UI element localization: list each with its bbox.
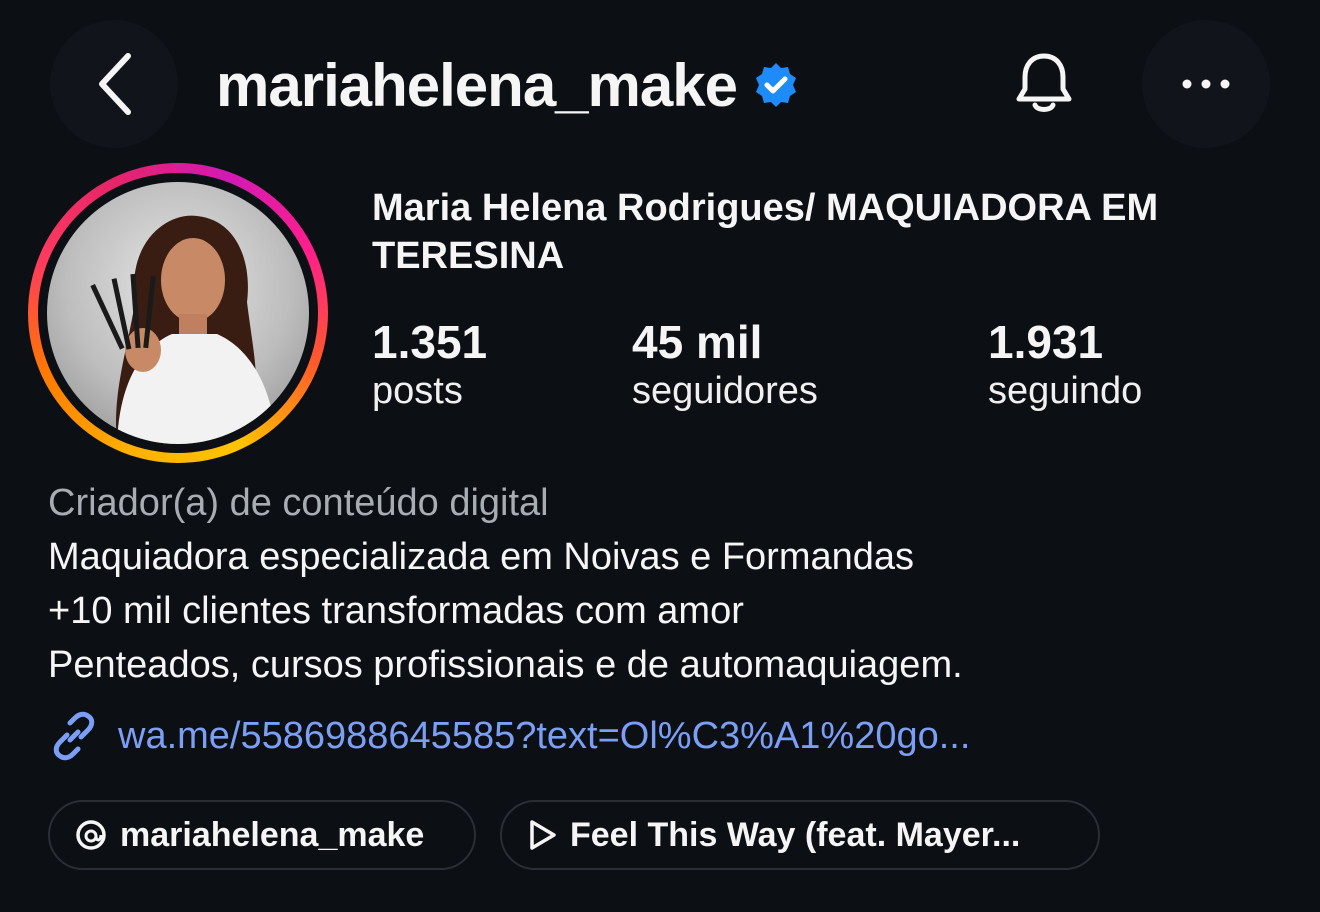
username-text: mariahelena_make xyxy=(216,52,738,119)
music-chip[interactable]: Feel This Way (feat. Mayer... xyxy=(500,800,1100,870)
more-horizontal-icon xyxy=(1182,79,1230,89)
link-icon xyxy=(53,711,95,761)
threads-profile-chip[interactable]: mariahelena_make xyxy=(48,800,476,870)
threads-icon xyxy=(76,820,106,850)
following-count: 1.931 xyxy=(988,316,1104,368)
display-name: Maria Helena Rodrigues/ MAQUIADORA EM TE… xyxy=(372,187,1159,277)
followers-stat[interactable]: 45 mil seguidores xyxy=(632,316,818,414)
back-button[interactable] xyxy=(50,20,178,148)
threads-chip-label: mariahelena_make xyxy=(120,815,425,854)
profile-username-header: mariahelena_make xyxy=(216,52,801,120)
play-icon xyxy=(530,820,556,850)
more-options-button[interactable] xyxy=(1142,20,1270,148)
verified-badge-icon xyxy=(756,63,797,107)
followers-label: seguidores xyxy=(632,370,818,412)
bell-icon xyxy=(1016,53,1072,112)
posts-count: 1.351 xyxy=(372,316,488,368)
following-label: seguindo xyxy=(988,370,1143,412)
profile-category: Criador(a) de conteúdo digital xyxy=(48,482,549,524)
avatar-portrait-image xyxy=(90,215,277,444)
bio-line-2: +10 mil clientes transformadas com amor xyxy=(48,590,744,632)
bio-link[interactable]: wa.me/5586988645585?text=Ol%C3%A1%20go..… xyxy=(48,710,970,762)
bio-line-1: Maquiadora especializada em Noivas e For… xyxy=(48,536,915,578)
chevron-left-icon xyxy=(99,53,131,115)
bio-link-text[interactable]: wa.me/5586988645585?text=Ol%C3%A1%20go..… xyxy=(118,713,970,759)
posts-stat[interactable]: 1.351 posts xyxy=(372,316,487,414)
posts-label: posts xyxy=(372,370,463,412)
bio-line-3: Penteados, cursos profissionais e de aut… xyxy=(48,644,963,686)
following-stat[interactable]: 1.931 seguindo xyxy=(988,316,1142,414)
avatar[interactable] xyxy=(47,182,309,444)
followers-count: 45 mil xyxy=(632,316,763,368)
music-chip-label: Feel This Way (feat. Mayer... xyxy=(570,815,1021,854)
notifications-button[interactable] xyxy=(980,20,1108,148)
